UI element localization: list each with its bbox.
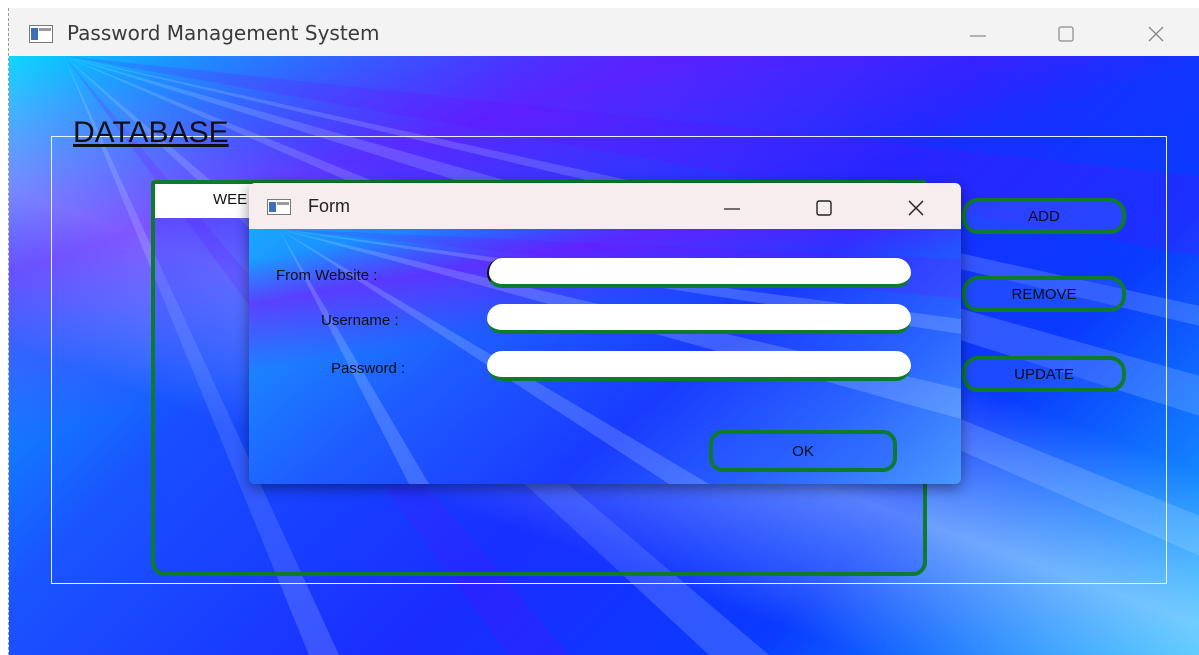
database-group-title: DATABASE xyxy=(73,116,229,149)
minimize-button[interactable] xyxy=(955,14,1001,54)
dialog-client-area: From Website : Username : Password : OK xyxy=(249,229,961,484)
table-header-label: WEE xyxy=(213,191,248,208)
password-input[interactable] xyxy=(487,351,911,381)
maximize-button[interactable] xyxy=(1043,14,1089,54)
close-icon xyxy=(908,200,924,216)
dialog-app-icon xyxy=(267,199,291,215)
dialog-minimize-button[interactable] xyxy=(709,189,755,225)
close-button[interactable] xyxy=(1133,14,1179,54)
dialog-title: Form xyxy=(308,196,350,216)
app-icon xyxy=(29,25,53,43)
dialog-titlebar[interactable]: Form xyxy=(249,183,961,229)
password-label: Password : xyxy=(331,360,406,377)
dialog-close-button[interactable] xyxy=(893,189,939,225)
maximize-icon xyxy=(1058,26,1074,42)
maximize-icon xyxy=(816,200,832,216)
remove-button[interactable]: REMOVE xyxy=(962,276,1126,312)
add-button[interactable]: ADD xyxy=(962,198,1126,234)
window-title: Password Management System xyxy=(67,21,380,45)
dialog-maximize-button[interactable] xyxy=(801,189,847,225)
close-icon xyxy=(1148,26,1164,42)
username-input[interactable] xyxy=(487,304,911,334)
from-website-label: From Website : xyxy=(276,267,378,284)
ok-button[interactable]: OK xyxy=(709,430,897,472)
minimize-icon xyxy=(970,35,986,37)
from-website-input[interactable] xyxy=(487,258,911,288)
form-dialog: Form From Website : Username : Password … xyxy=(249,183,961,484)
minimize-icon xyxy=(724,208,740,210)
main-titlebar[interactable]: Password Management System xyxy=(9,8,1199,56)
username-label: Username : xyxy=(321,312,399,329)
update-button[interactable]: UPDATE xyxy=(962,356,1126,392)
table-header-cell[interactable]: WEE xyxy=(155,184,255,218)
